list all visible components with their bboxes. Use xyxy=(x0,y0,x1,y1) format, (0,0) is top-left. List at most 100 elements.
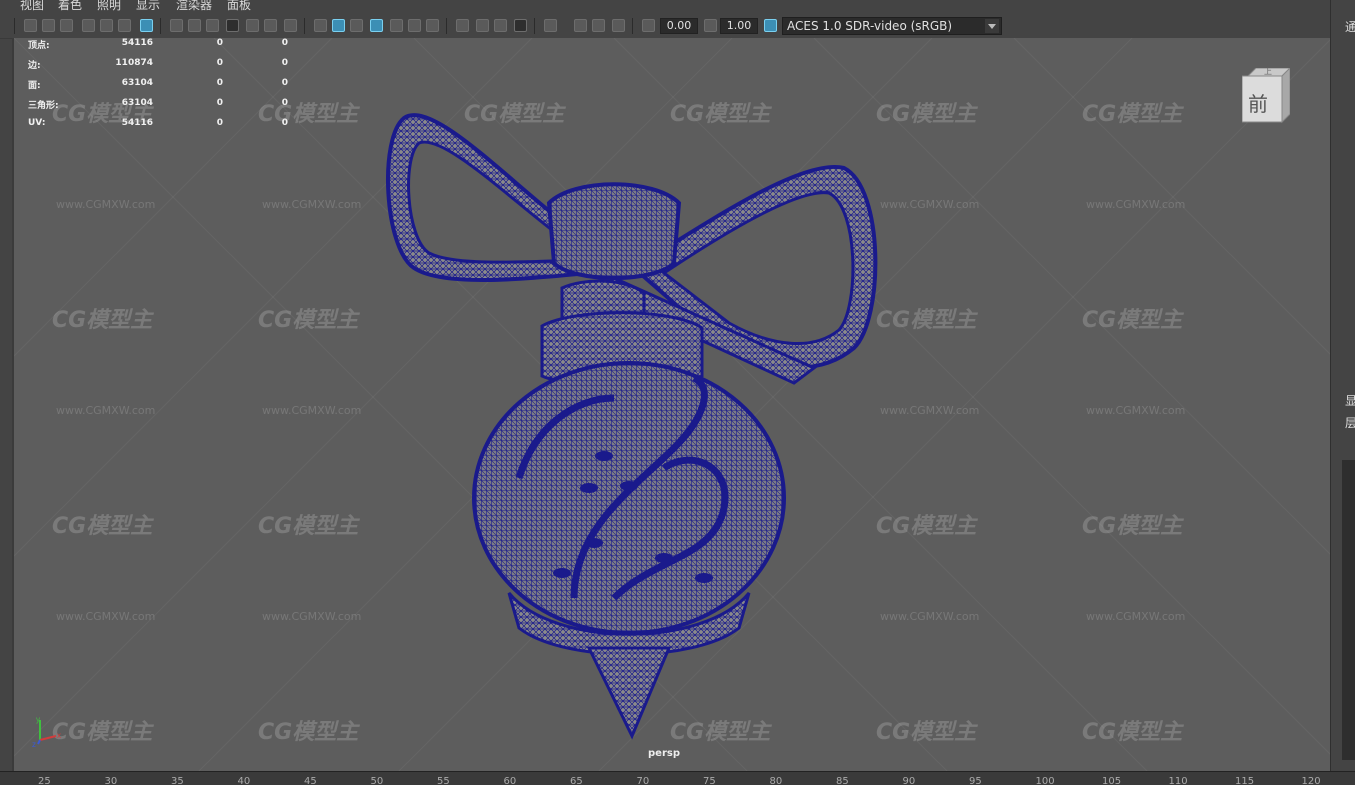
hud-value: 110874 xyxy=(115,58,153,68)
resolution-gate-icon[interactable] xyxy=(206,19,219,32)
exposure-field[interactable]: 0.00 xyxy=(660,18,698,34)
xray-icon[interactable] xyxy=(574,19,587,32)
exposure-icon[interactable] xyxy=(642,19,655,32)
default-material-icon[interactable] xyxy=(350,19,363,32)
bow-knot xyxy=(546,182,682,280)
depth-of-field-icon[interactable] xyxy=(514,19,527,32)
axis-y-label: y xyxy=(36,715,40,724)
watermark-logo: CG模型主 xyxy=(52,514,153,539)
watermark-url: www.CGMXW.com xyxy=(880,404,980,417)
pan-zoom-icon[interactable] xyxy=(118,19,131,32)
smooth-shade-icon[interactable] xyxy=(332,19,345,32)
safe-title-icon[interactable] xyxy=(284,19,297,32)
camera-lock-icon[interactable] xyxy=(60,19,73,32)
xray-active-icon[interactable] xyxy=(612,19,625,32)
watermark-url: www.CGMXW.com xyxy=(1086,610,1186,623)
color-management-icon[interactable] xyxy=(764,19,777,32)
hud-value: 63104 xyxy=(121,78,153,88)
view-cube[interactable]: 上 前 xyxy=(1242,67,1290,124)
watermark-logo: CG模型主 xyxy=(464,102,565,127)
watermark-logo: CG模型主 xyxy=(876,308,977,333)
watermark-logo: CG模型主 xyxy=(876,514,977,539)
camera-attributes-icon[interactable] xyxy=(42,19,55,32)
time-ruler[interactable]: 25 30 35 40 45 50 55 60 65 70 75 80 85 90 95 100 105 110 1… xyxy=(0,771,1355,785)
grease-pencil-icon[interactable] xyxy=(140,19,153,32)
axis-x-label: x xyxy=(57,731,61,740)
hud-value: 0 xyxy=(216,98,223,108)
gamma-field[interactable]: 1.00 xyxy=(720,18,758,34)
toolbar-separator xyxy=(14,18,15,34)
watermark-logo: CG模型主 xyxy=(52,308,153,333)
watermark-url: www.CGMXW.com xyxy=(262,404,362,417)
hud-value: 0 xyxy=(281,58,288,68)
camera-icon[interactable] xyxy=(24,19,37,32)
side-scrollbar[interactable] xyxy=(1342,460,1355,760)
hud-row-uvs: UV: 54116 0 0 xyxy=(28,118,288,138)
hud-value: 0 xyxy=(216,58,223,68)
menu-view[interactable]: 视图 xyxy=(20,0,44,11)
isolate-select-icon[interactable] xyxy=(544,19,557,32)
motion-blur-icon[interactable] xyxy=(476,19,489,32)
panel-tab-label[interactable]: 显 xyxy=(1345,392,1355,409)
menu-shading[interactable]: 着色 xyxy=(58,0,82,11)
axis-gizmo: y x z xyxy=(32,715,61,748)
xray-joints-icon[interactable] xyxy=(592,19,605,32)
watermark-logo: CG模型主 xyxy=(258,720,359,745)
lights-icon[interactable] xyxy=(408,19,421,32)
image-plane-icon[interactable] xyxy=(100,19,113,32)
menu-show[interactable]: 显示 xyxy=(136,0,160,11)
watermark-logo: CG模型主 xyxy=(876,102,977,127)
film-gate-icon[interactable] xyxy=(188,19,201,32)
camera-name-label: persp xyxy=(648,748,680,759)
safe-action-icon[interactable] xyxy=(264,19,277,32)
hud-value: 0 xyxy=(216,118,223,128)
watermark-logo: CG模型主 xyxy=(670,102,771,127)
watermark-logo: CG模型主 xyxy=(258,514,359,539)
axis-z-label: z xyxy=(32,740,36,748)
watermark-logo: CG模型主 xyxy=(258,308,359,333)
gamma-icon[interactable] xyxy=(704,19,717,32)
bookmark-icon[interactable] xyxy=(82,19,95,32)
toolbar-separator xyxy=(632,18,633,34)
watermark-url: www.CGMXW.com xyxy=(1086,404,1186,417)
3d-viewport[interactable]: CG模型主 CG模型主 CG模型主 CG模型主 CG模型主 CG模型主 CG模型… xyxy=(12,38,1332,771)
watermark-url: www.CGMXW.com xyxy=(262,610,362,623)
watermark-logo: CG模型主 xyxy=(876,720,977,745)
toolbar-separator xyxy=(304,18,305,34)
watermark-url: www.CGMXW.com xyxy=(262,198,362,211)
screen-space-ao-icon[interactable] xyxy=(456,19,469,32)
panel-toolbar: 0.00 1.00 ACES 1.0 SDR-video (sRGB) xyxy=(0,14,1330,39)
hud-row-triangles: 三角形: 63104 0 0 xyxy=(28,98,288,118)
hud-label: UV: xyxy=(28,118,46,128)
menu-renderer[interactable]: 渲染器 xyxy=(176,0,212,11)
watermark-url: www.CGMXW.com xyxy=(880,610,980,623)
textured-icon[interactable] xyxy=(390,19,403,32)
gate-mask-icon[interactable] xyxy=(226,19,239,32)
hud-label: 三角形: xyxy=(28,101,59,111)
toolbar-separator xyxy=(534,18,535,34)
menu-lighting[interactable]: 照明 xyxy=(97,0,121,11)
hud-value: 0 xyxy=(281,98,288,108)
right-side-panel: 通 显 层 xyxy=(1330,0,1355,771)
anti-aliasing-icon[interactable] xyxy=(494,19,507,32)
watermark-logo: CG模型主 xyxy=(1082,102,1183,127)
wireframe-icon[interactable] xyxy=(314,19,327,32)
color-space-dropdown[interactable]: ACES 1.0 SDR-video (sRGB) xyxy=(782,17,1002,35)
hud-label: 边: xyxy=(28,61,41,71)
bottle-body xyxy=(472,361,786,635)
watermark-url: www.CGMXW.com xyxy=(56,198,156,211)
menu-panels[interactable]: 面板 xyxy=(227,0,251,11)
hud-label: 面: xyxy=(28,81,41,91)
panel-tab-label[interactable]: 层 xyxy=(1345,414,1355,431)
hud-value: 54116 xyxy=(121,118,153,128)
watermark-url: www.CGMXW.com xyxy=(56,404,156,417)
shadows-icon[interactable] xyxy=(426,19,439,32)
field-chart-icon[interactable] xyxy=(246,19,259,32)
panel-tab-label[interactable]: 通 xyxy=(1345,18,1355,35)
hud-value: 0 xyxy=(281,78,288,88)
hud-row-vertices: 顶点: 54116 0 0 xyxy=(28,38,288,58)
grid-icon[interactable] xyxy=(170,19,183,32)
watermark-url: www.CGMXW.com xyxy=(56,610,156,623)
wireframe-on-shaded-icon[interactable] xyxy=(370,19,383,32)
chevron-down-icon[interactable] xyxy=(985,19,999,33)
